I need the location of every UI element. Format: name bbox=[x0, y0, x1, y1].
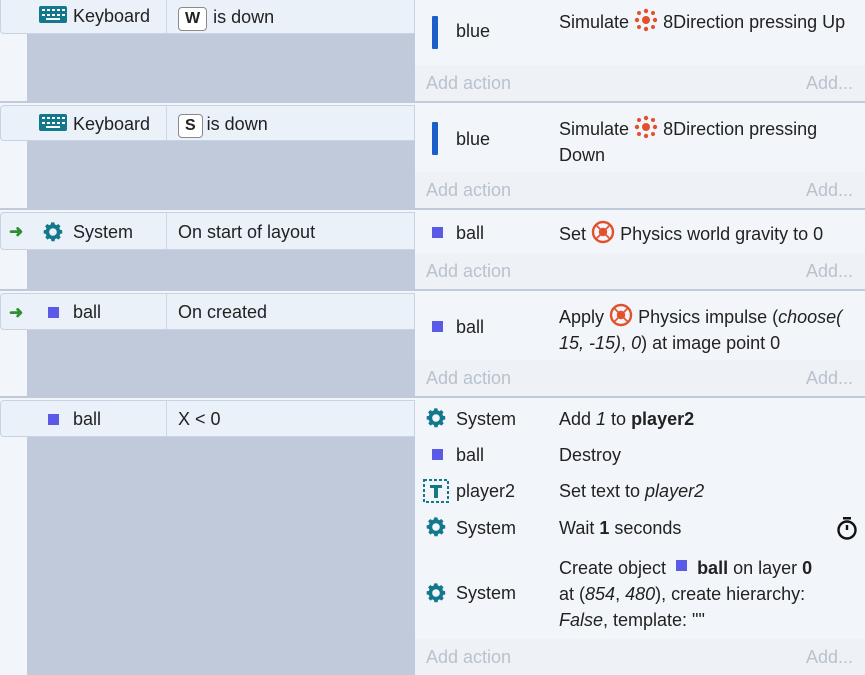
action-text: Simulate 8Direction pressing Up bbox=[559, 8, 849, 35]
condition-text: On start of layout bbox=[178, 222, 316, 242]
action-text: Add 1 to player2 bbox=[559, 409, 695, 429]
condition-object: System bbox=[73, 222, 134, 242]
add-action-row[interactable]: Add action Add... bbox=[415, 253, 865, 289]
keyboard-icon bbox=[39, 6, 67, 23]
add-more-link[interactable]: Add... bbox=[806, 65, 853, 101]
ball-sprite-icon bbox=[48, 414, 59, 425]
ball-sprite-icon bbox=[48, 307, 59, 318]
system-gear-icon bbox=[426, 408, 446, 428]
sprite-icon bbox=[432, 122, 438, 155]
keyboard-icon bbox=[39, 114, 67, 131]
action-row[interactable]: System Wait 1 seconds bbox=[415, 509, 865, 546]
add-action-row[interactable]: Add action Add... bbox=[415, 65, 865, 101]
action-row[interactable]: System Create object ball on layer 0 at (… bbox=[415, 546, 865, 639]
add-action-row[interactable]: Add action Add... bbox=[415, 639, 865, 675]
condition-row[interactable]: ➜ ball On created bbox=[0, 293, 415, 330]
actions-block: ball Set Physics world gravity to 0 Add … bbox=[415, 212, 865, 289]
event-4[interactable]: ➜ ball On created ball Apply Physics imp… bbox=[0, 293, 865, 396]
action-object: System bbox=[456, 409, 517, 429]
actions-block: ball Apply Physics impulse (choose( 15, … bbox=[415, 293, 865, 396]
add-action-link[interactable]: Add action bbox=[426, 639, 511, 675]
action-object: blue bbox=[456, 129, 491, 149]
action-text: Apply Physics impulse (choose( 15, -15),… bbox=[559, 303, 849, 356]
condition-object: ball bbox=[73, 302, 102, 322]
condition-object: Keyboard bbox=[73, 6, 151, 26]
action-text: Destroy bbox=[559, 445, 622, 465]
condition-block: Keyboard Wis down bbox=[0, 0, 415, 101]
action-object: ball bbox=[456, 317, 485, 337]
action-text: Set text to player2 bbox=[559, 481, 705, 501]
action-object: System bbox=[456, 583, 517, 603]
actions-block: blue Simulate 8Direction pressing Up Add… bbox=[415, 0, 865, 101]
key-badge: S bbox=[178, 114, 203, 138]
action-row[interactable]: player2 Set text to player2 bbox=[415, 473, 865, 509]
action-row[interactable]: ball Apply Physics impulse (choose( 15, … bbox=[415, 293, 865, 360]
add-action-link[interactable]: Add action bbox=[426, 360, 511, 396]
action-row[interactable]: ball Set Physics world gravity to 0 bbox=[415, 212, 865, 253]
add-more-link[interactable]: Add... bbox=[806, 172, 853, 208]
stopwatch-icon bbox=[837, 517, 857, 540]
system-gear-icon bbox=[426, 583, 446, 603]
actions-block: blue Simulate 8Direction pressing Down A… bbox=[415, 105, 865, 208]
text-object-icon bbox=[423, 479, 449, 503]
condition-block: Keyboard Sis down bbox=[0, 105, 415, 208]
ball-sprite-icon bbox=[432, 227, 443, 238]
add-action-link[interactable]: Add action bbox=[426, 65, 511, 101]
actions-block: System Add 1 to player2 ball Destroy pla… bbox=[415, 400, 865, 675]
condition-block: ➜ ball On created bbox=[0, 293, 415, 396]
add-action-row[interactable]: Add action Add... bbox=[415, 172, 865, 208]
physics-icon bbox=[591, 220, 615, 244]
event-1[interactable]: Keyboard Wis down blue Simulate 8Directi… bbox=[0, 0, 865, 101]
event-3[interactable]: ➜ System On start of layout ball Set Phy… bbox=[0, 212, 865, 289]
ball-sprite-icon bbox=[676, 560, 688, 571]
condition-row[interactable]: ball X < 0 bbox=[0, 400, 415, 437]
action-text: Wait 1 seconds bbox=[559, 518, 682, 538]
add-action-link[interactable]: Add action bbox=[426, 253, 511, 289]
action-text: Create object ball on layer 0 at (854, 48… bbox=[559, 558, 813, 630]
condition-block: ➜ System On start of layout bbox=[0, 212, 415, 289]
action-text: Set Physics world gravity to 0 bbox=[559, 220, 859, 247]
event-5[interactable]: ball X < 0 System Add 1 to player2 ball … bbox=[0, 400, 865, 675]
action-row[interactable]: blue Simulate 8Direction pressing Up bbox=[415, 0, 865, 65]
action-object: blue bbox=[456, 21, 491, 41]
action-row[interactable]: System Add 1 to player2 bbox=[415, 400, 865, 437]
physics-icon bbox=[609, 303, 633, 327]
condition-text: X < 0 bbox=[178, 409, 221, 429]
add-more-link[interactable]: Add... bbox=[806, 253, 853, 289]
action-object: ball bbox=[456, 223, 485, 243]
condition-block: ball X < 0 bbox=[0, 400, 415, 675]
ball-sprite-icon bbox=[432, 449, 443, 460]
add-more-link[interactable]: Add... bbox=[806, 639, 853, 675]
action-object: player2 bbox=[456, 481, 516, 501]
action-row[interactable]: ball Destroy bbox=[415, 437, 865, 473]
add-action-row[interactable]: Add action Add... bbox=[415, 360, 865, 396]
add-action-link[interactable]: Add action bbox=[426, 172, 511, 208]
add-more-link[interactable]: Add... bbox=[806, 360, 853, 396]
action-object: ball bbox=[456, 445, 485, 465]
condition-row[interactable]: Keyboard Sis down bbox=[0, 105, 415, 141]
system-gear-icon bbox=[426, 517, 446, 537]
action-object: System bbox=[456, 518, 517, 538]
condition-text: Wis down bbox=[178, 2, 274, 35]
key-badge: W bbox=[178, 7, 208, 31]
event-2[interactable]: Keyboard Sis down blue Simulate 8Directi… bbox=[0, 105, 865, 208]
condition-text: Sis down bbox=[178, 106, 268, 140]
8direction-icon bbox=[634, 8, 658, 32]
condition-object: Keyboard bbox=[73, 114, 151, 134]
condition-row[interactable]: Keyboard Wis down bbox=[0, 0, 415, 34]
action-row[interactable]: blue Simulate 8Direction pressing Down bbox=[415, 105, 865, 172]
condition-object: ball bbox=[73, 409, 102, 429]
action-text: Simulate 8Direction pressing Down bbox=[559, 115, 849, 168]
system-gear-icon bbox=[43, 222, 63, 242]
ball-sprite-icon bbox=[432, 321, 443, 332]
condition-row[interactable]: ➜ System On start of layout bbox=[0, 212, 415, 250]
8direction-icon bbox=[634, 115, 658, 139]
condition-text: On created bbox=[178, 302, 268, 322]
sprite-icon bbox=[432, 16, 438, 49]
